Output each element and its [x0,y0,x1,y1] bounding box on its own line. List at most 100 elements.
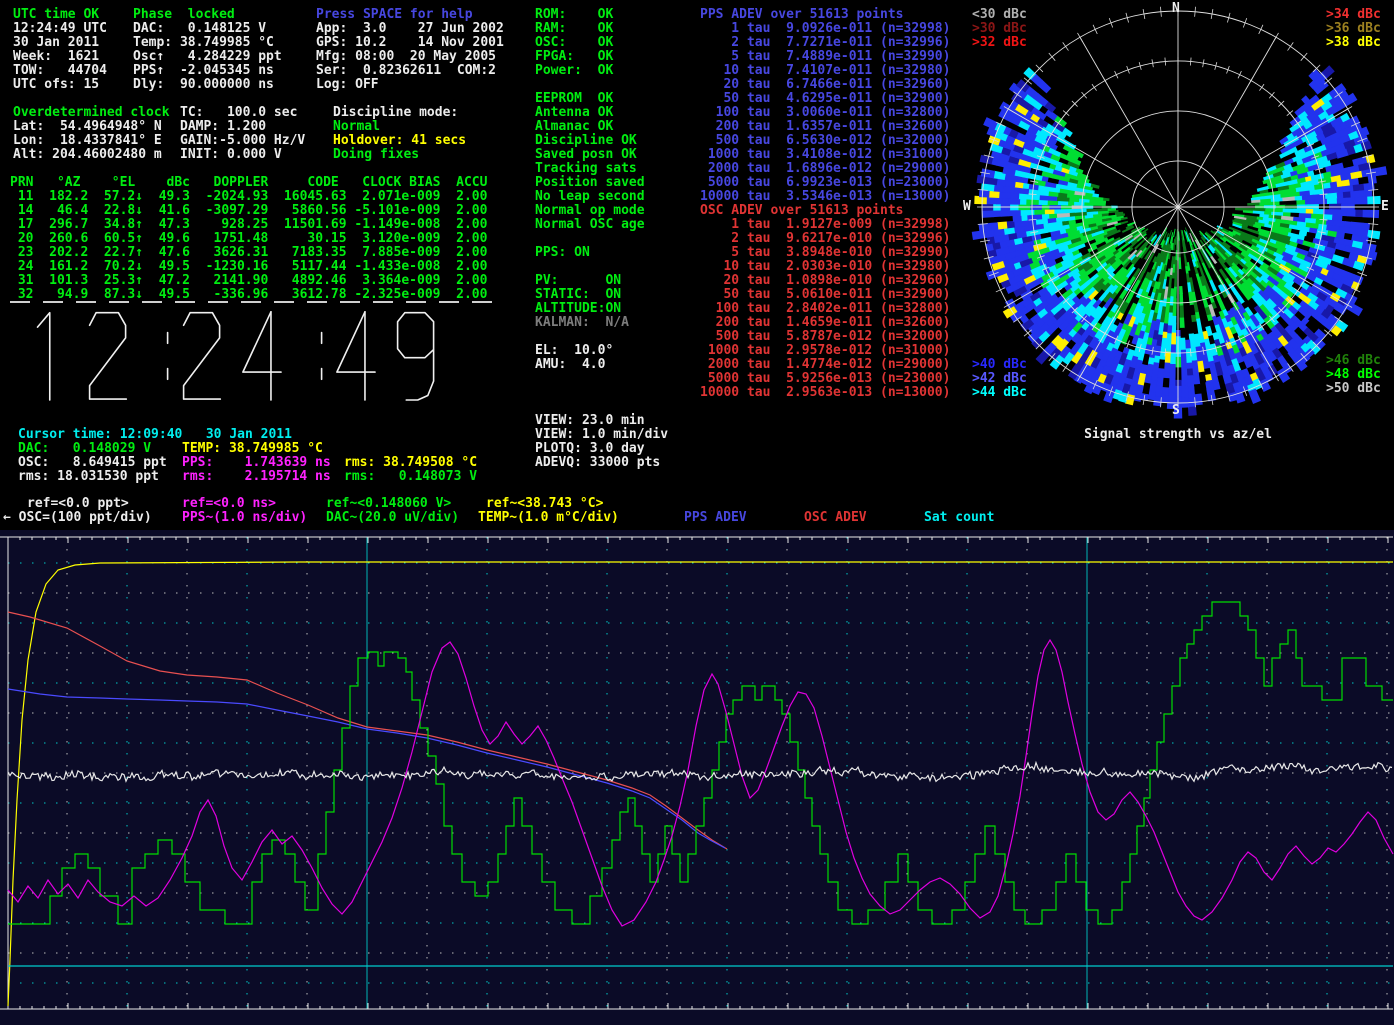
osc-adev-row: 2 tau 9.6217e-010 (n=32996) [700,232,950,246]
hw-status-line: RAM: OK [535,22,613,36]
table-row: 24 161.2 70.2↓ 49.5 -1230.16 5117.44 -1.… [10,260,487,274]
view-line: VIEW: 23.0 min [535,414,645,428]
dbc-legend-item: >30 dBc [972,22,1027,36]
pps-adev-row: 50 tau 4.6295e-011 (n=32900) [700,92,950,106]
mode-line: ALTITUDE:ON [535,302,621,316]
osc-adev-row: 2000 tau 1.4774e-012 (n=29000) [700,358,950,372]
cursor-dac: DAC: 0.148029 V [18,442,151,456]
pps-adev-row: 1000 tau 3.4108e-012 (n=31000) [700,148,950,162]
pps-adev-row: 20 tau 6.7466e-011 (n=32960) [700,78,950,92]
pps-state: PPS: ON [535,246,590,260]
lady-heather-gpsdo-monitor: Signal strength vs az/el N E S W UTC tim… [0,0,1394,1025]
pps-adev-row: 5000 tau 6.9923e-013 (n=23000) [700,176,950,190]
dbc-legend-item: >46 dBc [1326,354,1381,368]
pps-adev-row: 500 tau 6.5630e-012 (n=32000) [700,134,950,148]
dbc-legend-item: >50 dBc [1326,382,1381,396]
utc-status-header: UTC time OK [13,8,99,22]
phase-line: DAC: 0.148125 V [133,22,266,36]
altitude-value: Alt: 204.46002480 m [13,148,162,162]
osc-adev-row: 5 tau 3.8948e-010 (n=32990) [700,246,950,260]
mode-line: STATIC: ON [535,288,621,302]
rms-temp: rms: 38.749508 °C [344,456,477,470]
dbc-legend-item: <30 dBc [972,8,1027,22]
osc-adev-legend: OSC ADEV [804,511,867,525]
tc-value: TC: 100.0 sec [180,106,297,120]
utc-line: UTC ofs: 15 [13,78,99,92]
view-line: ADEVQ: 33000 pts [535,456,660,470]
receiver-status-line: Antenna OK [535,106,613,120]
dbc-legend-item: >44 dBc [972,386,1027,400]
receiver-status-line: Position saved [535,176,645,190]
dbc-legend-item: >38 dBc [1326,36,1381,50]
dbc-legend-item: >32 dBc [972,36,1027,50]
osc-adev-row: 500 tau 5.8787e-012 (n=32000) [700,330,950,344]
mask-line: EL: 10.0° [535,344,613,358]
version-line: App: 3.0 27 Jun 2002 [316,22,504,36]
osc-adev-row: 50 tau 5.0610e-011 (n=32900) [700,288,950,302]
rms-pps: rms: 2.195714 ns [182,470,331,484]
temp-ref: ref~<38.743 °C> [486,497,603,511]
dac-ref: ref~<0.148060 V> [326,497,451,511]
dac-scale: DAC~(20.0 uV/div) [326,511,459,525]
help-hint: Press SPACE for help [316,8,473,22]
compass-north: N [1172,2,1180,16]
pps-adev-row: 2000 tau 1.6896e-012 (n=29000) [700,162,950,176]
table-row: 23 202.2 22.7↑ 47.6 3626.31 7183.35 7.88… [10,246,487,260]
cursor-time: Cursor time: 12:09:40 30 Jan 2011 [18,428,292,442]
osc-adev-row: 5000 tau 5.9256e-013 (n=23000) [700,372,950,386]
osc-ref: ref=<0.0 ppt> [27,497,129,511]
receiver-status-line: Tracking sats [535,162,637,176]
cursor-osc: OSC: 8.649415 ppt [18,456,167,470]
receiver-status-line: Almanac OK [535,120,613,134]
pps-scale: PPS~(1.0 ns/div) [182,511,307,525]
view-line: VIEW: 1.0 min/div [535,428,668,442]
phase-line: Osc↑ 4.284229 ppt [133,50,282,64]
temp-scale: TEMP~(1.0 m°C/div) [478,511,619,525]
table-row: 14 46.4 22.8↓ 41.6 -3097.29 5860.56 -5.1… [10,204,487,218]
pps-adev-row: 10000 tau 3.5346e-013 (n=13000) [700,190,950,204]
hw-status-line: ROM: OK [535,8,613,22]
version-line: Mfg: 08:00 20 May 2005 [316,50,496,64]
pps-ref: ref=<0.0 ns> [182,497,276,511]
table-row: 17 296.7 34.8↑ 47.3 928.25 11501.69 -1.1… [10,218,487,232]
rms-osc: rms: 18.031530 ppt [18,470,159,484]
receiver-status-line: Normal op mode [535,204,645,218]
osc-adev-row: 200 tau 1.4659e-011 (n=32600) [700,316,950,330]
dbc-legend-item: >40 dBc [972,358,1027,372]
dbc-legend-item: >48 dBc [1326,368,1381,382]
longitude-value: Lon: 18.4337841° E [13,134,162,148]
discipline-mode-header: Discipline mode: [333,106,458,120]
version-line: GPS: 10.2 14 Nov 2001 [316,36,504,50]
dbc-legend-item: >42 dBc [972,372,1027,386]
phase-line: PPS↑ -2.045345 ns [133,64,274,78]
osc-adev-row: 20 tau 1.0898e-010 (n=32960) [700,274,950,288]
receiver-status-line: Discipline OK [535,134,637,148]
compass-south: S [1172,404,1180,418]
pps-adev-row: 10 tau 7.4107e-011 (n=32980) [700,64,950,78]
compass-west: W [963,200,971,214]
table-row: 11 182.2 57.2↓ 49.3 -2024.93 16045.63 2.… [10,190,487,204]
phase-line: Temp: 38.749985 °C [133,36,274,50]
pps-adev-row: 2 tau 7.7271e-011 (n=32996) [700,36,950,50]
pps-adev-row: 200 tau 1.6357e-011 (n=32600) [700,120,950,134]
version-line: Log: OFF [316,78,379,92]
osc-scale: ← OSC=(100 ppt/div) [3,511,152,525]
pps-adev-row: 5 tau 7.4889e-011 (n=32990) [700,50,950,64]
damp-value: DAMP: 1.200 [180,120,266,134]
phase-line: Dly: 90.000000 ns [133,78,274,92]
sat-count-legend: Sat count [924,511,994,525]
receiver-status-line: No leap second [535,190,645,204]
polar-caption: Signal strength vs az/el [1084,428,1272,442]
latitude-value: Lat: 54.4964948° N [13,120,162,134]
pps-adev-row: 100 tau 3.0060e-011 (n=32800) [700,106,950,120]
hw-status-line: OSC: OK [535,36,613,50]
osc-adev-row: 100 tau 2.8402e-011 (n=32800) [700,302,950,316]
init-value: INIT: 0.000 V [180,148,282,162]
sat-table-header: PRN °AZ °EL dBc DOPPLER CODE CLOCK BIAS … [10,176,487,190]
mode-line: PV: ON [535,274,621,288]
cursor-temp: TEMP: 38.749985 °C [182,442,323,456]
compass-east: E [1381,200,1389,214]
receiver-status-line: Normal OSC age [535,218,645,232]
holdover-status: Holdover: 41 secs [333,134,466,148]
history-plot[interactable] [0,530,1394,1025]
